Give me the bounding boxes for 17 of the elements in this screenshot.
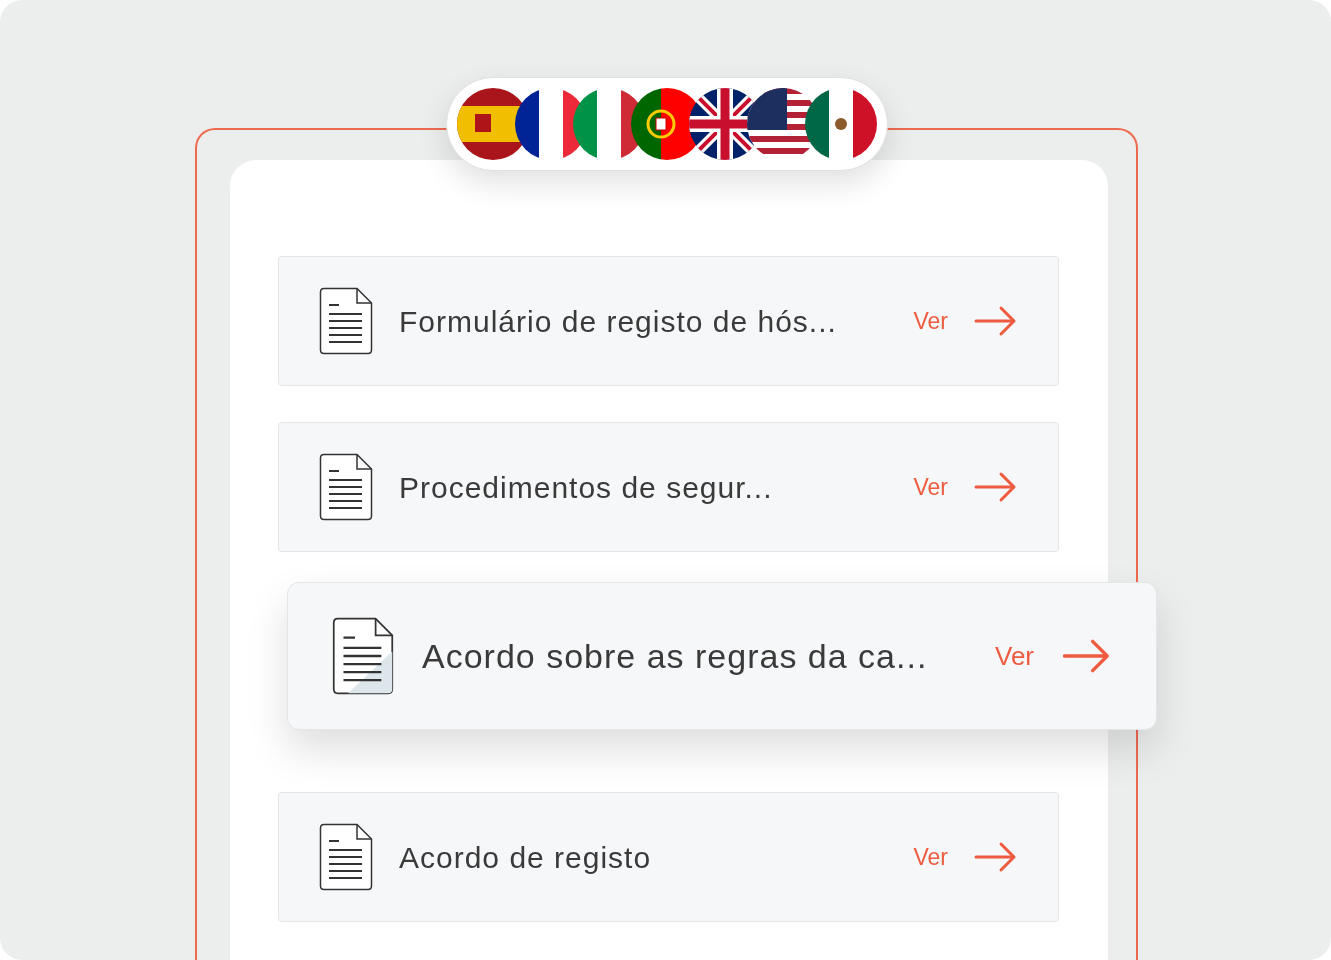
flag-icon	[805, 88, 877, 160]
document-row[interactable]: Acordo sobre as regras da ca... Ver	[287, 582, 1157, 730]
document-icon	[319, 287, 373, 355]
document-title: Acordo de registo	[399, 839, 653, 876]
arrow-right-icon	[974, 305, 1018, 337]
document-icon	[319, 823, 373, 891]
document-title: Acordo sobre as regras da ca...	[422, 635, 929, 677]
document-title: Procedimentos de segur...	[399, 469, 774, 506]
document-row[interactable]: Formulário de registo de hós... Ver	[278, 256, 1059, 386]
document-icon	[319, 453, 373, 521]
document-row[interactable]: Acordo de registo Ver	[278, 792, 1059, 922]
arrow-right-icon	[974, 841, 1018, 873]
arrow-right-icon	[974, 471, 1018, 503]
document-icon	[332, 617, 394, 695]
document-title: Formulário de registo de hós...	[399, 303, 838, 340]
document-row[interactable]: Procedimentos de segur... Ver	[278, 422, 1059, 552]
arrow-right-icon	[1062, 638, 1112, 674]
